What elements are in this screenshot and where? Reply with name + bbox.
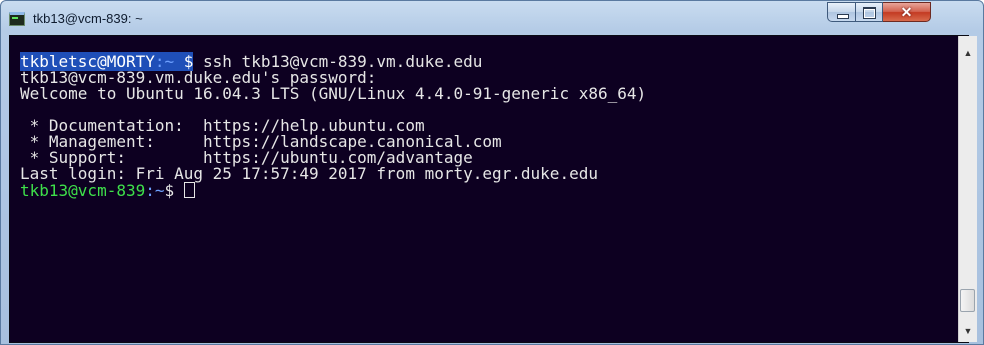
terminal-line-9: tkb13@vcm-839:~$: [20, 181, 195, 200]
terminal-window: tkb13@vcm-839: ~ ✕ tkbletsc@MORTY:~ $ ss…: [0, 0, 984, 345]
remote-prompt-user: tkb13@vcm-839: [20, 181, 146, 200]
minimize-icon: [837, 14, 849, 19]
close-icon: ✕: [900, 4, 913, 20]
window-controls: ✕: [827, 2, 977, 24]
terminal-text: tkbletsc@MORTY:~ $ ssh tkb13@vcm-839.vm.…: [20, 52, 647, 200]
scroll-down-icon[interactable]: ▼: [959, 322, 977, 340]
close-button[interactable]: ✕: [883, 2, 931, 22]
minimize-button[interactable]: [827, 2, 856, 22]
window-title: tkb13@vcm-839: ~: [33, 11, 143, 26]
scroll-thumb[interactable]: [960, 289, 975, 312]
terminal-line-3: Welcome to Ubuntu 16.04.3 LTS (GNU/Linux…: [20, 84, 647, 103]
remote-prompt-path: :~: [145, 181, 165, 200]
terminal-output[interactable]: tkbletsc@MORTY:~ $ ssh tkb13@vcm-839.vm.…: [9, 35, 969, 343]
maximize-button[interactable]: [856, 2, 883, 22]
terminal-app-icon[interactable]: [9, 12, 25, 26]
vertical-scrollbar[interactable]: ▲ ▼: [958, 36, 977, 342]
title-bar[interactable]: tkb13@vcm-839: ~ ✕: [1, 1, 983, 35]
text-cursor: [183, 182, 195, 198]
maximize-icon: [863, 7, 876, 19]
remote-prompt-symbol: $: [164, 181, 184, 200]
scroll-up-icon[interactable]: ▲: [959, 44, 977, 62]
